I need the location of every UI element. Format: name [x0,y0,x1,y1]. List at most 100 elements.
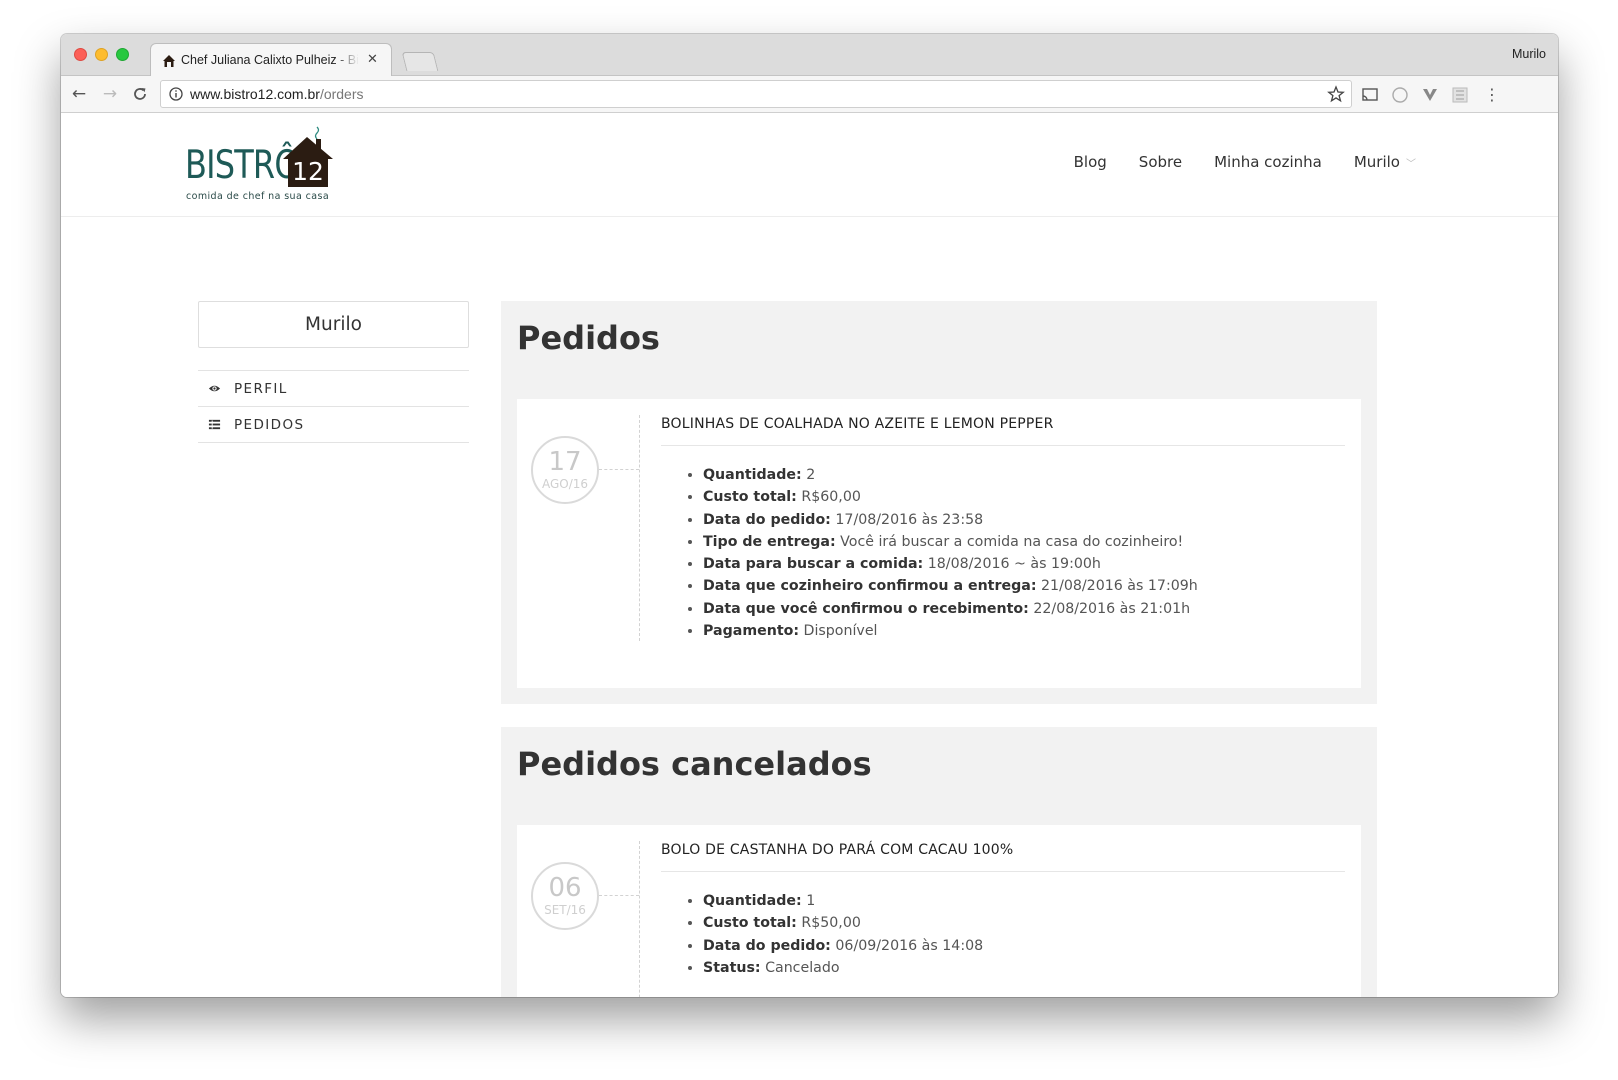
sidebar-item-perfil[interactable]: PERFIL [198,371,469,407]
detail-label: Data para buscar a comida: [703,556,924,573]
order-detail-item: Custo total: R$50,00 [703,912,983,934]
order-date-badge: 17 AGO/16 [531,436,599,504]
browser-tab[interactable]: Chef Juliana Calixto Pulheiz - Bistrô 12… [150,43,392,76]
detail-label: Data do pedido: [703,937,831,954]
nav-link-sobre[interactable]: Sobre [1139,153,1182,171]
site-header: BISTRÔ 12 comida de chef na sua casa Blo… [61,113,1558,217]
browser-window: Chef Juliana Calixto Pulheiz - Bistrô 12… [61,34,1558,997]
url-text: www.bistro12.com.br/orders [190,86,364,102]
order-date-day: 17 [548,447,582,477]
detail-label: Tipo de entrega: [703,533,836,550]
url-path: /orders [319,86,364,102]
timeline-connector [599,469,639,470]
logo-tagline: comida de chef na sua casa [186,191,330,202]
title-bar: Chef Juliana Calixto Pulheiz - Bistrô 12… [61,34,1558,76]
sidebar-user-name: Murilo [198,301,469,348]
detail-label: Data que você confirmou o recebimento: [703,600,1029,617]
detail-value: 17/08/2016 às 23:58 [835,511,984,528]
house-favicon-icon [163,55,175,67]
info-icon[interactable] [169,87,183,101]
order-detail-item: Status: Cancelado [703,957,983,979]
order-card: 06 SET/16 BOLO DE CASTANHA DO PARÁ COM C… [517,825,1361,997]
detail-value: 18/08/2016 ~ às 19:00h [927,556,1101,573]
detail-label: Status: [703,959,761,976]
order-product-name: BOLO DE CASTANHA DO PARÁ COM CACAU 100% [661,842,1345,872]
nav-link-blog[interactable]: Blog [1074,153,1107,171]
detail-value: 2 [806,467,816,483]
detail-value: Você irá buscar a comida na casa do cozi… [840,533,1184,550]
order-details-list: Quantidade: 2 Custo total: R$60,00 Data … [703,464,1198,642]
eye-icon [208,385,221,392]
reload-icon[interactable] [131,85,149,103]
detail-value: 22/08/2016 às 21:01h [1033,600,1191,617]
detail-label: Quantidade: [703,467,802,483]
detail-value: Disponível [803,623,878,640]
sidebar-item-label: PEDIDOS [234,416,305,433]
order-detail-item: Quantidade: 1 [703,890,983,912]
site-logo[interactable]: BISTRÔ 12 comida de chef na sua casa [185,125,335,202]
minimize-window-button[interactable] [95,48,108,61]
logo-text: BISTRÔ [185,143,300,188]
sidebar-item-pedidos[interactable]: PEDIDOS [198,407,469,443]
cancelled-orders-title: Pedidos cancelados [517,745,872,783]
url-host: www.bistro12.com.br [190,86,320,102]
back-arrow-icon[interactable]: ← [70,85,88,103]
order-date-month: AGO/16 [541,477,589,491]
forward-arrow-icon[interactable]: → [101,85,119,103]
orders-panel: Pedidos 17 AGO/16 BOLINHAS DE COALHADA N… [501,301,1377,704]
logo-number: 12 [292,157,324,186]
tab-title: Chef Juliana Calixto Pulheiz - Bistrô 12 [181,53,359,67]
order-details-list: Quantidade: 1 Custo total: R$50,00 Data … [703,890,983,979]
browser-profile-name[interactable]: Murilo [1512,47,1546,61]
nav-user-name: Murilo [1353,153,1400,171]
timeline-line [639,841,640,997]
tab-close-icon[interactable]: ✕ [367,52,378,67]
order-detail-item: Data que você confirmou o recebimento: 2… [703,598,1198,620]
order-detail-item: Custo total: R$60,00 [703,486,1198,508]
detail-value: R$50,00 [801,915,861,932]
detail-label: Pagamento: [703,623,800,640]
extension-grid-icon[interactable] [1451,86,1469,104]
cast-icon[interactable] [1361,86,1379,104]
order-date-badge: 06 SET/16 [531,862,599,930]
detail-value: 21/08/2016 às 17:09h [1041,578,1198,595]
sidebar-menu: PERFIL PEDIDOS [198,370,469,443]
detail-value: 06/09/2016 às 14:08 [835,937,984,954]
timeline-connector [599,895,639,896]
detail-label: Quantidade: [703,893,802,909]
order-detail-item: Data que cozinheiro confirmou a entrega:… [703,575,1198,597]
nav-link-minha-cozinha[interactable]: Minha cozinha [1214,153,1322,171]
detail-value: R$60,00 [801,489,861,506]
orders-title: Pedidos [517,319,660,357]
bookmark-star-icon[interactable] [1327,85,1345,103]
detail-label: Custo total: [703,915,797,932]
address-bar[interactable]: www.bistro12.com.br/orders [160,80,1352,108]
sidebar-item-label: PERFIL [234,380,288,397]
extension-circle-icon[interactable] [1391,86,1409,104]
order-detail-item: Tipo de entrega: Você irá buscar a comid… [703,531,1198,553]
detail-value: Cancelado [765,959,840,976]
order-detail-item: Data do pedido: 06/09/2016 às 14:08 [703,935,983,957]
new-tab-button[interactable] [401,52,439,71]
detail-label: Data que cozinheiro confirmou a entrega: [703,578,1037,595]
list-icon [208,419,221,430]
browser-toolbar: ← → www.bistro12.com.br/orders ⋮ [61,76,1558,113]
order-detail-item: Quantidade: 2 [703,464,1198,486]
order-date-month: SET/16 [544,903,586,917]
logo-house-icon: 12 [283,126,333,187]
timeline-line [639,415,640,641]
close-window-button[interactable] [74,48,87,61]
page-viewport: BISTRÔ 12 comida de chef na sua casa Blo… [61,113,1558,997]
order-card: 17 AGO/16 BOLINHAS DE COALHADA NO AZEITE… [517,399,1361,688]
extension-v-icon[interactable] [1421,86,1439,104]
order-detail-item: Data para buscar a comida: 18/08/2016 ~ … [703,553,1198,575]
detail-value: 1 [806,893,816,909]
nav-user-menu[interactable]: Murilo ﹀ [1354,153,1416,171]
menu-kebab-icon[interactable]: ⋮ [1483,86,1501,104]
maximize-window-button[interactable] [116,48,129,61]
cancelled-orders-panel: Pedidos cancelados 06 SET/16 BOLO DE CAS… [501,727,1377,997]
detail-label: Data do pedido: [703,511,831,528]
order-product-name: BOLINHAS DE COALHADA NO AZEITE E LEMON P… [661,416,1345,446]
order-date-day: 06 [548,873,582,903]
order-detail-item: Pagamento: Disponível [703,620,1198,642]
